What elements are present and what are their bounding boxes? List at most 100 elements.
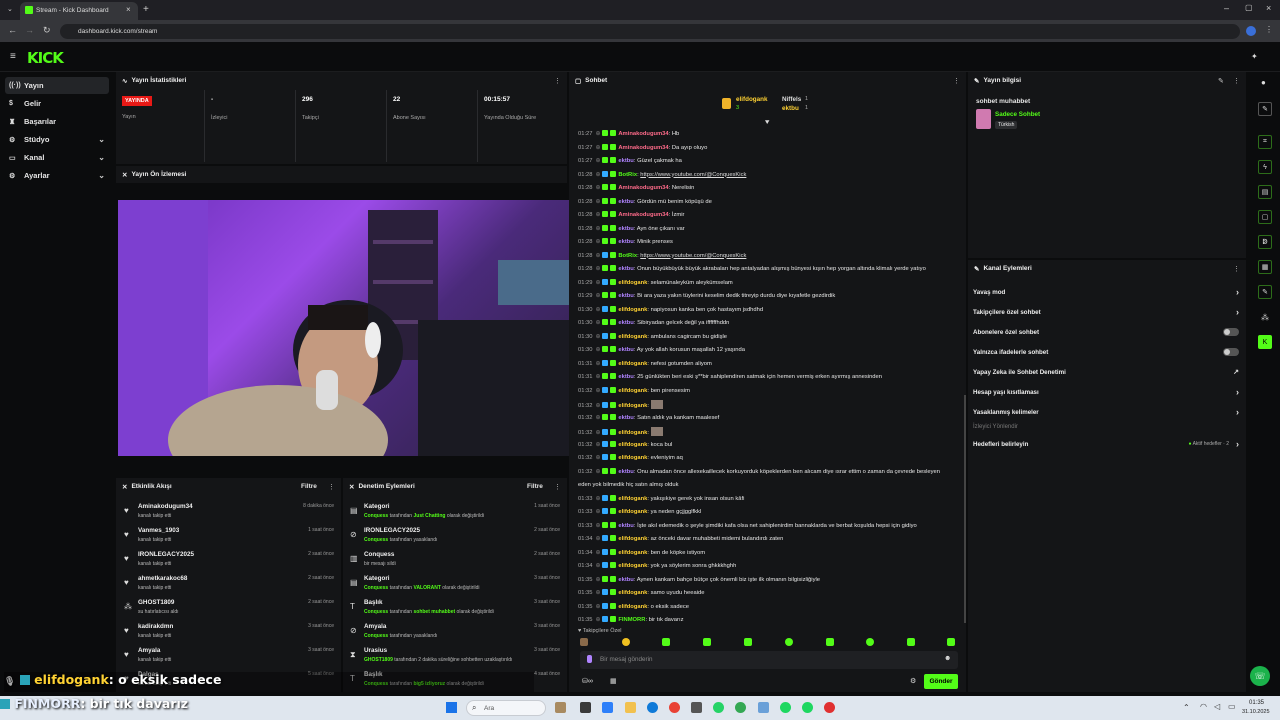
chat-message[interactable]: 01:27 ⊕ Aminakodugum34: Hb [578, 130, 963, 139]
chat-username[interactable]: elifdogank [618, 430, 647, 436]
taskbar-app-icon[interactable] [555, 702, 566, 713]
chat-username[interactable]: Aminakodugum34 [618, 131, 668, 137]
moderation-actor[interactable]: Conquess [364, 633, 388, 639]
window-close-icon[interactable]: × [1266, 3, 1271, 13]
back-icon[interactable]: ← [8, 25, 17, 35]
edit-rail-icon[interactable]: ✎ [1258, 102, 1272, 116]
clip-rail-icon[interactable]: ⌗ [1258, 135, 1272, 149]
help-chat-icon[interactable]: ☏ [1250, 666, 1270, 686]
activity-item[interactable]: ⁂ GHOST1809 su hatırlatıcısı aldı 2 saat ön… [124, 598, 334, 620]
grid-rail-icon[interactable]: ▦ [1258, 260, 1272, 274]
more-options-icon[interactable]: ⋮ [554, 483, 561, 491]
filter-button[interactable]: Filtre [527, 483, 543, 490]
chat-username[interactable]: ektbu [618, 347, 633, 353]
share-icon[interactable]: ⁂ [1261, 313, 1269, 322]
chat-username[interactable]: Aminakodugum34 [618, 145, 668, 151]
chat-username[interactable]: ektbu [618, 239, 633, 245]
edit-icon[interactable]: ✎ [1218, 77, 1224, 85]
start-button-icon[interactable] [446, 702, 457, 713]
emote-icon[interactable] [662, 638, 670, 646]
kick-rail-icon[interactable]: K [1258, 335, 1272, 349]
chat-username[interactable]: ektbu [618, 199, 633, 205]
taskbar-app-icon[interactable] [824, 702, 835, 713]
doc-rail-icon[interactable]: ▤ [1258, 185, 1272, 199]
chat-message[interactable]: 01:32 ⊕ ektbu: Satın aldık ya kankam maale… [578, 413, 963, 423]
send-button[interactable]: Gönder [924, 674, 958, 689]
chat-message[interactable]: 01:29 ⊕ elifdogank: selamünaleyküm aleyküm… [578, 278, 963, 288]
chat-message[interactable]: 01:28 ⊕ Aminakodugum34: Nerelisin [578, 184, 963, 193]
taskbar-app-icon[interactable] [647, 702, 658, 713]
chat-input[interactable]: Bir mesaj gönderin ☻ [580, 651, 958, 669]
emoji-icon[interactable]: ☻ [944, 655, 951, 662]
taskbar-app-icon[interactable] [669, 702, 680, 713]
chat-username[interactable]: BotRix [618, 172, 637, 178]
activity-user[interactable]: Vanmes_1903 [138, 527, 179, 534]
volume-icon[interactable]: ◁ [1214, 702, 1220, 711]
chat-message[interactable]: 01:30 ⊕ elifdogank: ambulans cagircam bu g… [578, 332, 963, 342]
activity-user[interactable]: GHOST1809 [138, 599, 174, 606]
chat-message[interactable]: 01:28 ⊕ BotRix: https://www.youtube.com/@C… [578, 170, 963, 180]
chat-message[interactable]: 01:32 ⊕ elifdogank: ben pirensesim [578, 386, 963, 396]
chat-message[interactable]: 01:35 ⊕ ektbu: Aynen kankam bahçe bütçe ço… [578, 575, 963, 585]
collapse-pinned-icon[interactable]: ⯆ [764, 118, 770, 128]
chat-message[interactable]: eden yok bilmedik hiç satın almış olduk [578, 481, 963, 490]
chat-settings-icon[interactable]: ⚙ [910, 677, 916, 685]
chat-message[interactable]: 01:32 ⊕ elifdogank: [578, 400, 963, 411]
chat-username[interactable]: elifdogank [618, 280, 647, 286]
activity-item[interactable]: ♥ IRONLEGACY2025 kanalı takip etti 2 saat ö… [124, 550, 334, 572]
chat-username[interactable]: ektbu [618, 158, 633, 164]
gift-icon[interactable]: ▦ [610, 677, 617, 685]
chat-username[interactable]: ektbu [618, 320, 633, 326]
forward-icon[interactable]: → [25, 25, 34, 35]
chat-username[interactable]: elifdogank [618, 334, 647, 340]
lightning-rail-icon[interactable]: ϟ [1258, 160, 1272, 174]
emote-icon[interactable] [826, 638, 834, 646]
taskbar-app-icon[interactable] [735, 702, 746, 713]
taskbar-app-icon[interactable] [602, 702, 613, 713]
wrench-rail-icon[interactable]: ✎ [1258, 285, 1272, 299]
more-options-icon[interactable]: ⋮ [328, 483, 335, 491]
chat-message[interactable]: 01:33 ⊕ elifdogank: ya neden gçjjgglfkkl [578, 508, 963, 517]
address-bar[interactable]: dashboard.kick.com/stream [60, 24, 1240, 39]
taskbar-app-icon[interactable] [691, 702, 702, 713]
window-minimize-icon[interactable]: – [1224, 3, 1229, 13]
chat-username[interactable]: elifdogank [618, 590, 647, 596]
channel-action-row[interactable]: Takipçilere özel sohbet › [973, 304, 1245, 320]
activity-user[interactable]: Amyala [138, 647, 160, 654]
leader-name[interactable]: Niffels [782, 96, 801, 103]
browser-tab[interactable]: Stream - Kick Dashboard × [20, 2, 138, 20]
emote-icon[interactable] [703, 638, 711, 646]
chat-message[interactable]: 01:35 ⊕ elifdogank: o eksik sadece [578, 602, 963, 612]
chat-message[interactable]: 01:33 ⊕ ektbu: İşte akıl edemedik o şeyle … [578, 521, 963, 531]
sidebar-item-kanal[interactable]: ▭ Kanal ⌄ [5, 149, 109, 166]
leader-name[interactable]: ektbu [782, 105, 799, 112]
chat-username[interactable]: ektbu [618, 469, 633, 475]
moderation-target[interactable]: IRONLEGACY2025 [364, 527, 420, 534]
emote-icon[interactable] [947, 638, 955, 646]
chat-username[interactable]: elifdogank [618, 536, 647, 542]
chat-message[interactable]: 01:35 ⊕ FINMORR: bir tık davarız [578, 616, 963, 625]
broadcast-rail-icon[interactable]: ↁ [1258, 235, 1272, 249]
chat-username[interactable]: Aminakodugum34 [618, 212, 668, 218]
moderation-target[interactable]: Conquess [364, 551, 394, 558]
battery-icon[interactable]: ▭ [1228, 702, 1236, 711]
sidebar-item-studyo[interactable]: ⚙ Stüdyo ⌄ [5, 131, 109, 148]
category-name[interactable]: Sadece Sohbet [995, 111, 1040, 118]
chat-username[interactable]: FINMORR [618, 617, 645, 623]
chat-username[interactable]: elifdogank [618, 550, 647, 556]
chat-message[interactable]: 01:28 ⊕ ektbu: Gördün mü benim köpüşü de [578, 197, 963, 207]
chat-username[interactable]: elifdogank [618, 361, 647, 367]
chat-message[interactable]: 01:27 ⊕ Aminakodugum34: Da ayıp oluyo [578, 143, 963, 153]
chat-username[interactable]: ektbu [618, 523, 633, 529]
window-maximize-icon[interactable]: ▢ [1245, 3, 1253, 12]
taskbar-date[interactable]: 31.10.2025 [1242, 709, 1270, 715]
chat-message[interactable]: 01:34 ⊕ elifdogank: yok ya söylerim sonra … [578, 562, 963, 571]
taskbar-search[interactable]: ⌕ Ara [466, 700, 546, 716]
chat-message[interactable]: 01:28 ⊕ ektbu: Minik prenses [578, 238, 963, 247]
taskbar-app-icon[interactable] [758, 702, 769, 713]
filter-button[interactable]: Filtre [301, 483, 317, 490]
sidebar-item-ayarlar[interactable]: ⚙ Ayarlar ⌄ [5, 167, 109, 184]
kick-logo[interactable]: KICK [27, 49, 64, 67]
tab-close-icon[interactable]: × [126, 5, 131, 14]
goals-row[interactable]: Hedefleri belirleyin ● Aktif hedefler · … [973, 436, 1245, 452]
